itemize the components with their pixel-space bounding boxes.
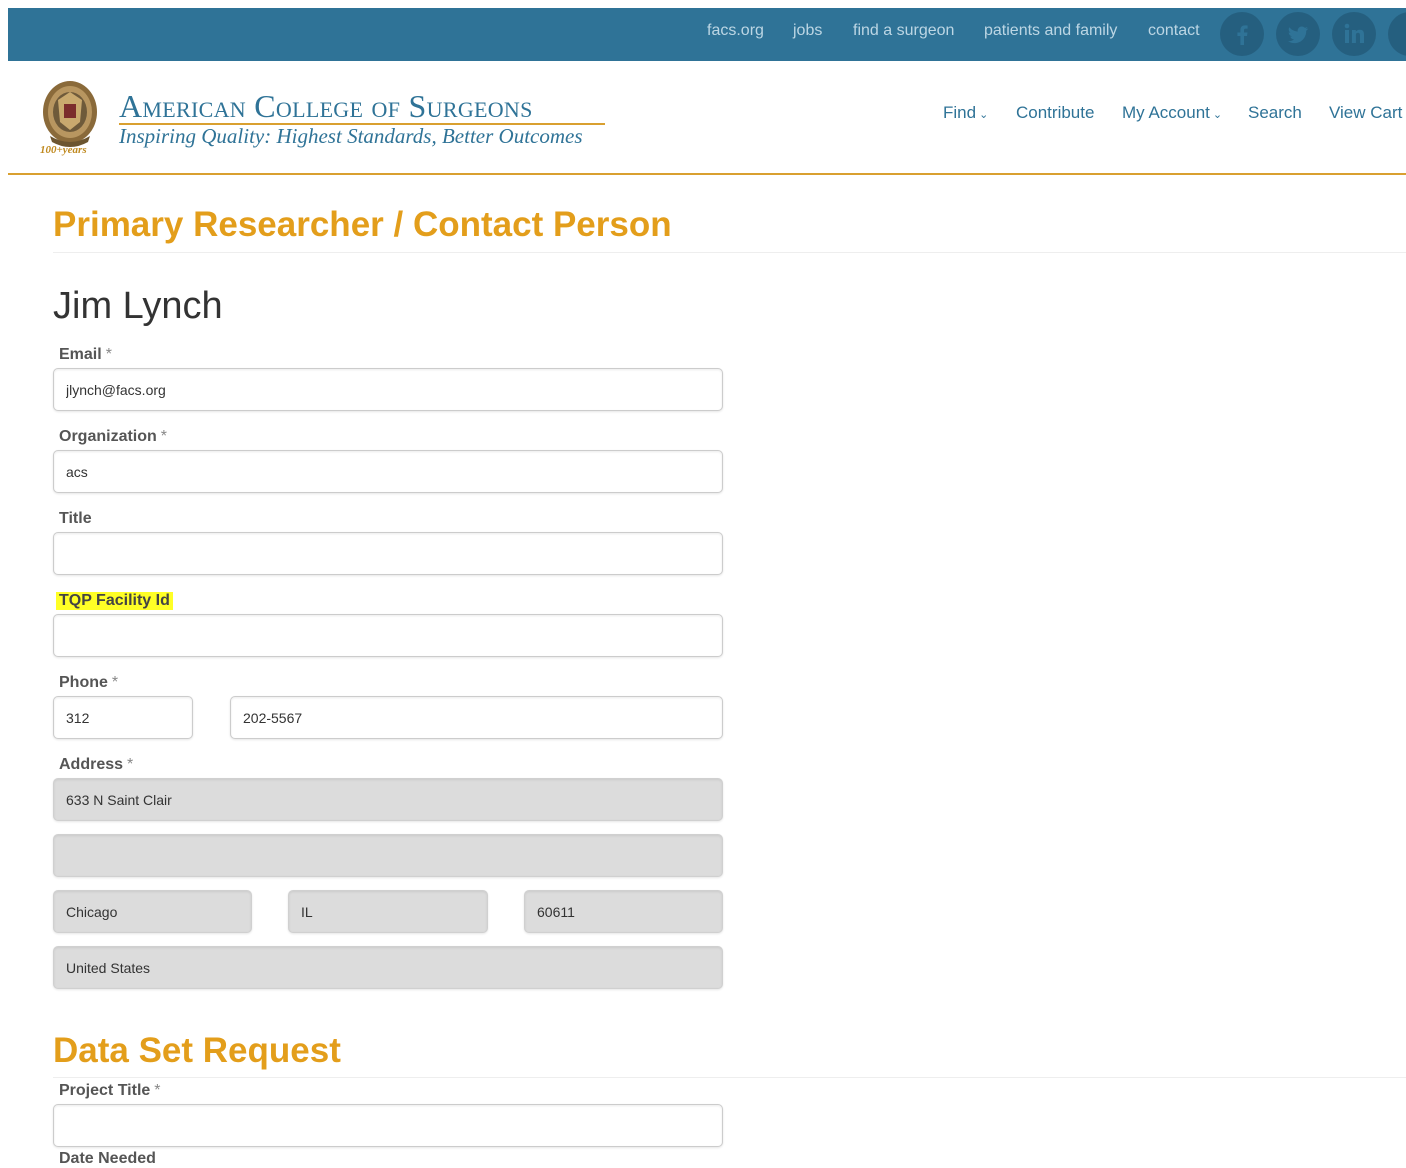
phone-area-code-field[interactable] (53, 696, 193, 739)
link-find-a-surgeon[interactable]: find a surgeon (853, 22, 954, 40)
zip-field[interactable] (524, 890, 723, 933)
email-field[interactable] (53, 368, 723, 411)
date-needed-label: Date Needed (59, 1150, 156, 1167)
phone-number-field[interactable] (230, 696, 723, 739)
twitter-icon[interactable] (1276, 12, 1320, 56)
section-heading-contact: Primary Researcher / Contact Person (53, 205, 672, 244)
instagram-icon[interactable] (1388, 12, 1406, 56)
email-label: Email * (59, 346, 112, 363)
facebook-icon[interactable] (1220, 12, 1264, 56)
link-jobs[interactable]: jobs (793, 22, 822, 40)
organization-field[interactable] (53, 450, 723, 493)
org-tagline: Inspiring Quality: Highest Standards, Be… (119, 124, 583, 148)
utility-bar: facs.org jobs find a surgeon patients an… (8, 8, 1406, 61)
nav-view-cart[interactable]: View Cart (1329, 103, 1402, 123)
address-line2-field[interactable] (53, 834, 723, 877)
nav-contribute[interactable]: Contribute (1016, 103, 1094, 123)
tqp-facility-id-field[interactable] (53, 614, 723, 657)
org-name[interactable]: American College of Surgeons (119, 88, 533, 125)
address-label: Address * (59, 756, 134, 773)
nav-find[interactable]: Find ⌄ (943, 103, 988, 123)
tqp-facility-id-label: TQP Facility Id (56, 592, 173, 610)
linkedin-icon[interactable] (1332, 12, 1376, 56)
address-line1-field[interactable] (53, 778, 723, 821)
section-divider (53, 1077, 1406, 1078)
phone-label: Phone * (59, 674, 119, 691)
chevron-down-icon: ⌄ (979, 109, 989, 121)
centennial-badge: 100+years (40, 144, 87, 156)
city-field[interactable] (53, 890, 252, 933)
title-label: Title (59, 510, 92, 527)
project-title-label: Project Title * (59, 1082, 161, 1099)
header-divider (8, 173, 1406, 175)
nav-search[interactable]: Search (1248, 103, 1302, 123)
chevron-down-icon: ⌄ (1212, 109, 1223, 121)
organization-label: Organization * (59, 428, 168, 445)
link-patients-and-family[interactable]: patients and family (984, 22, 1117, 40)
section-heading-data-set-request: Data Set Request (53, 1031, 341, 1070)
project-title-field[interactable] (53, 1104, 723, 1147)
person-name: Jim Lynch (53, 285, 223, 327)
nav-my-account[interactable]: My Account ⌄ (1122, 103, 1222, 123)
title-field[interactable] (53, 532, 723, 575)
state-field[interactable] (288, 890, 488, 933)
section-divider (53, 252, 1406, 253)
link-contact[interactable]: contact (1148, 22, 1200, 40)
link-facs-org[interactable]: facs.org (707, 22, 764, 40)
country-field[interactable] (53, 946, 723, 989)
